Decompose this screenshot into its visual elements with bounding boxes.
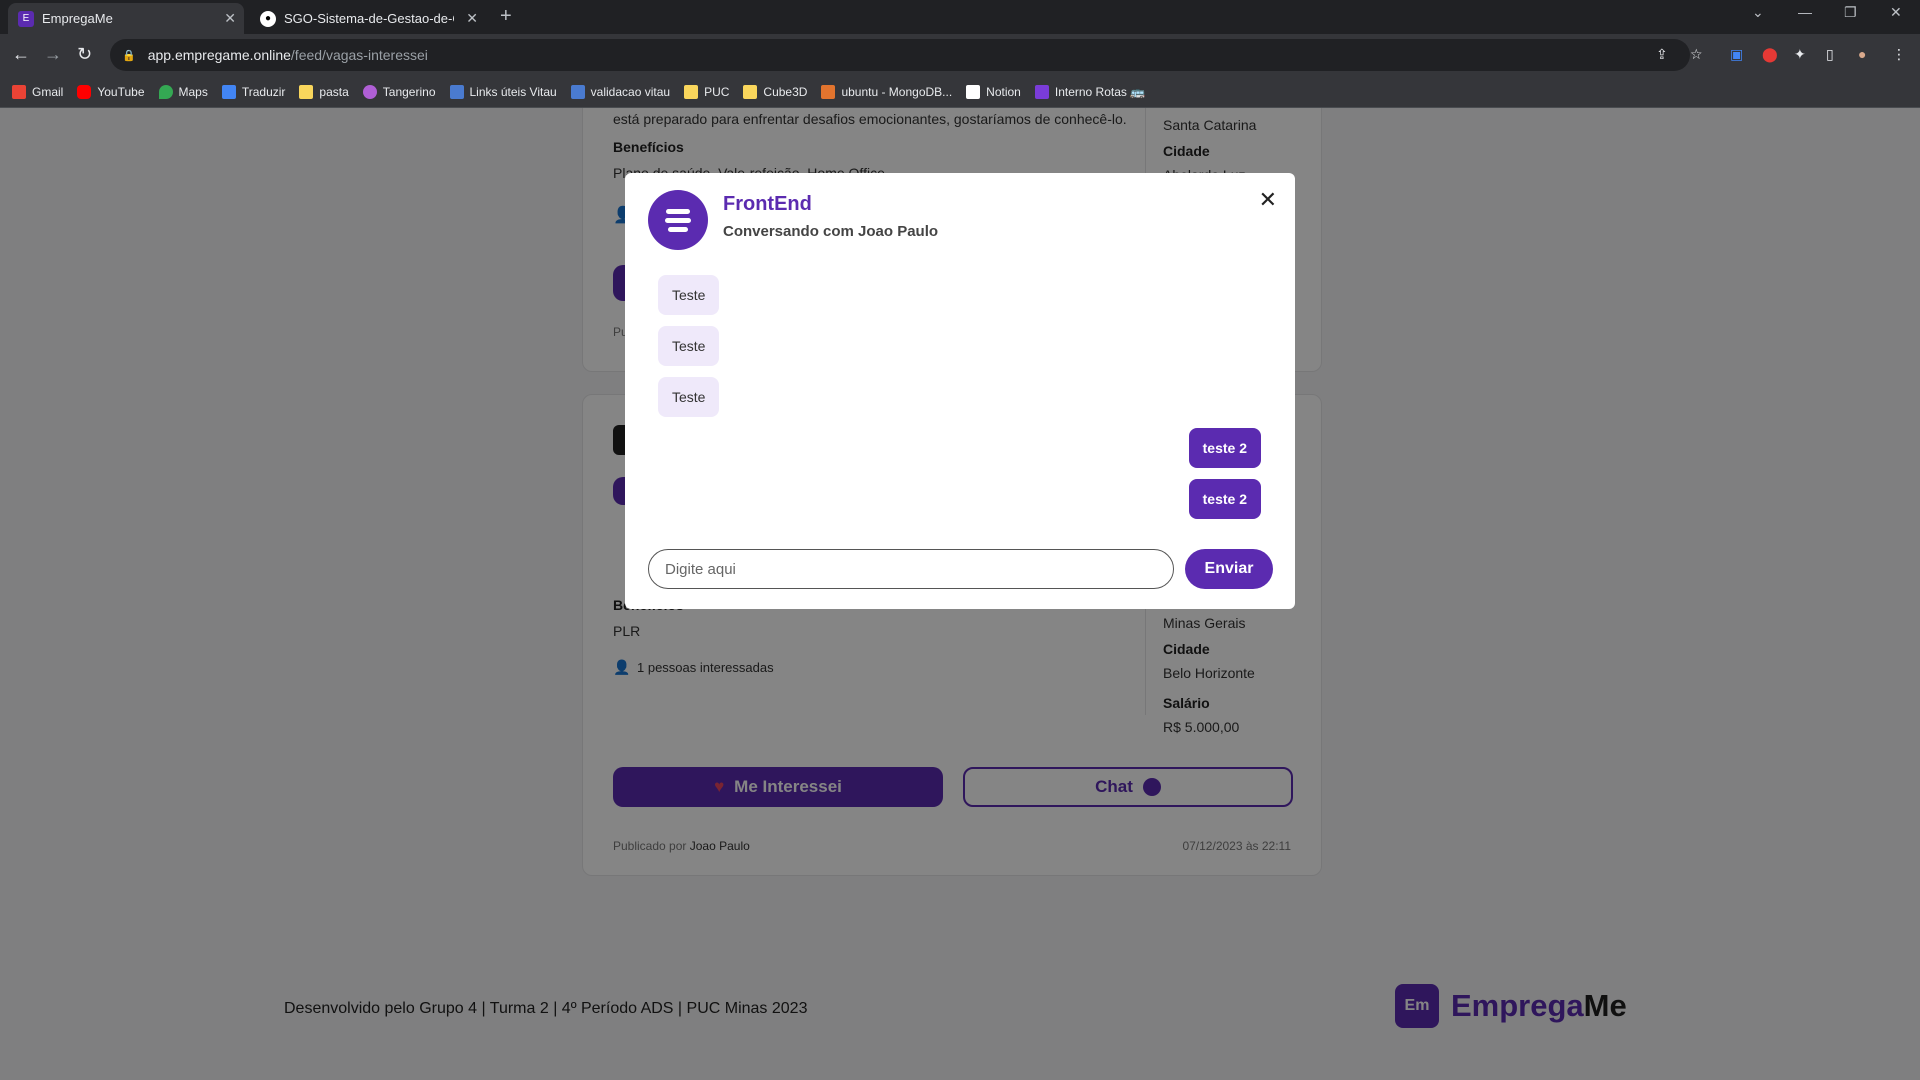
bookmark-item[interactable]: Maps xyxy=(158,84,208,99)
restore-icon[interactable]: ❐ xyxy=(1844,4,1857,21)
url-path: /feed/vagas-interessei xyxy=(290,47,428,63)
bookmark-item[interactable]: Gmail xyxy=(12,84,63,99)
maps-pin-icon xyxy=(158,84,173,99)
lock-icon: 🔒 xyxy=(122,49,136,62)
interno-rotas-icon xyxy=(1034,84,1049,99)
forward-arrow-icon[interactable]: → xyxy=(44,44,62,65)
extensions-puzzle-icon[interactable]: ✦ xyxy=(1794,46,1806,63)
gmail-icon xyxy=(12,84,26,99)
profile-avatar-icon[interactable]: ● xyxy=(1858,46,1866,62)
browser-toolbar: ← → ↻ 🔒 app.empregame.online/feed/vagas-… xyxy=(0,34,1920,76)
side-panel-icon[interactable]: ▯ xyxy=(1826,46,1834,63)
chat-subtitle: Conversando com Joao Paulo xyxy=(723,223,939,240)
bookmark-item[interactable]: validacao vitau xyxy=(570,84,670,99)
bookmark-item[interactable]: Cube3D xyxy=(743,84,807,99)
vitau-icon xyxy=(449,84,464,99)
close-window-icon[interactable]: ✕ xyxy=(1890,4,1902,21)
tangerino-icon xyxy=(362,84,377,99)
tab-github[interactable]: ● SGO-Sistema-de-Gestao-de-ON ✕ xyxy=(250,3,486,34)
folder-icon xyxy=(299,84,314,99)
bookmark-item[interactable]: Links úteis Vitau xyxy=(449,84,557,99)
folder-icon xyxy=(684,84,699,99)
bookmark-item[interactable]: Notion xyxy=(966,84,1021,99)
translate-extension-icon[interactable]: ▣ xyxy=(1730,46,1743,63)
github-favicon-icon: ● xyxy=(260,10,276,27)
vitau-icon xyxy=(570,84,585,99)
new-tab-plus-icon[interactable]: + xyxy=(500,5,512,28)
chat-message-incoming: Teste xyxy=(658,326,720,366)
bookmark-item[interactable]: Traduzir xyxy=(221,84,285,99)
close-tab-icon[interactable]: ✕ xyxy=(224,10,236,27)
empregame-favicon-icon: E xyxy=(18,10,34,27)
chat-modal: FrontEnd Conversando com Joao Paulo ✕ Te… xyxy=(625,173,1295,609)
bookmark-item[interactable]: pasta xyxy=(299,84,349,99)
minimize-icon[interactable]: — xyxy=(1798,4,1812,20)
close-icon[interactable]: ✕ xyxy=(1259,187,1277,213)
tab-title: EmpregaMe xyxy=(42,11,113,26)
adblock-extension-icon[interactable]: ⬤ xyxy=(1762,46,1778,63)
bookmark-star-icon[interactable]: ☆ xyxy=(1690,46,1703,63)
translate-icon xyxy=(221,84,236,99)
send-button[interactable]: Enviar xyxy=(1185,549,1273,589)
close-tab-icon[interactable]: ✕ xyxy=(466,10,478,27)
youtube-icon xyxy=(77,84,92,99)
bookmark-item[interactable]: ubuntu - MongoDB... xyxy=(821,84,952,99)
chat-title: FrontEnd xyxy=(723,193,812,215)
back-arrow-icon[interactable]: ← xyxy=(12,44,30,65)
bookmarks-bar: Gmail YouTube Maps Traduzir pasta Tanger… xyxy=(0,76,1920,108)
chat-avatar-icon xyxy=(648,190,708,250)
chat-message-incoming: Teste xyxy=(658,275,720,315)
browser-tab-bar: E EmpregaMe ✕ ● SGO-Sistema-de-Gestao-de… xyxy=(0,0,1920,34)
tab-search-chevron-icon[interactable]: ⌄ xyxy=(1752,4,1764,21)
chat-message-incoming: Teste xyxy=(658,377,720,417)
menu-kebab-icon[interactable]: ⋮ xyxy=(1892,46,1906,63)
bookmark-item[interactable]: YouTube xyxy=(77,84,145,99)
bookmark-item[interactable]: Interno Rotas 🚌 xyxy=(1034,84,1145,99)
tab-title: SGO-Sistema-de-Gestao-de-ON xyxy=(284,11,454,26)
url-host: app.empregame.online xyxy=(147,47,291,63)
share-icon[interactable]: ⇪ xyxy=(1656,46,1668,63)
notion-icon xyxy=(966,84,981,99)
address-bar[interactable]: 🔒 app.empregame.online/feed/vagas-intere… xyxy=(110,39,1690,71)
folder-icon xyxy=(743,84,758,99)
bookmark-item[interactable]: PUC xyxy=(684,84,729,99)
tab-empregame[interactable]: E EmpregaMe ✕ xyxy=(8,3,244,34)
message-input[interactable] xyxy=(648,549,1174,589)
chat-message-outgoing: teste 2 xyxy=(1188,479,1261,519)
reload-icon[interactable]: ↻ xyxy=(77,44,92,65)
ubuntu-icon xyxy=(821,84,836,99)
chat-message-outgoing: teste 2 xyxy=(1188,428,1261,468)
bookmark-item[interactable]: Tangerino xyxy=(362,84,436,99)
